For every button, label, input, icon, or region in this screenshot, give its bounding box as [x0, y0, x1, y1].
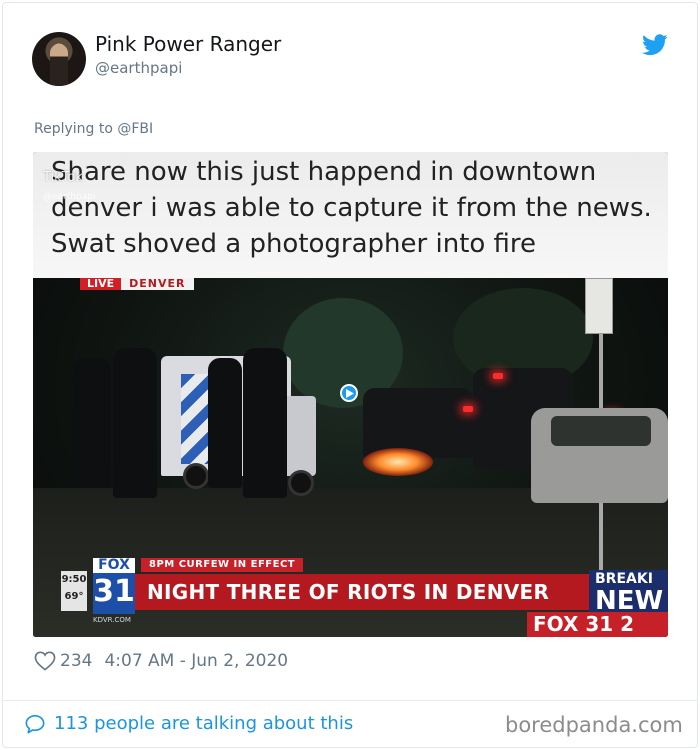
silver-car	[531, 408, 668, 503]
curfew-banner: 8PM CURFEW IN EFFECT	[141, 558, 304, 572]
news-time: 9:50	[61, 574, 87, 585]
site-watermark: boredpanda.com	[505, 713, 683, 737]
fire	[363, 448, 433, 476]
channel-number: 31	[93, 574, 135, 609]
video-frame[interactable]: LIVE DENVER 9:50 69° FOX 31 KDVR.COM 8PM…	[33, 278, 668, 637]
video-caption: Share now this just happend in downtown …	[51, 157, 652, 259]
officer	[113, 348, 157, 498]
conversation-text[interactable]: 113 people are talking about this	[54, 713, 353, 734]
officer	[208, 358, 242, 488]
time-temp-box: 9:50 69°	[61, 571, 87, 611]
fox-logo-text: FOX	[93, 558, 135, 573]
twitter-bird-icon[interactable]	[642, 34, 668, 56]
replying-to[interactable]: Replying to @FBI	[34, 121, 153, 137]
heart-icon[interactable]	[34, 651, 56, 671]
officer	[243, 348, 287, 498]
fox31-logo: FOX 31	[93, 558, 135, 614]
divider	[2, 700, 698, 701]
station-url: KDVR.COM	[93, 616, 131, 624]
news-temp: 69°	[64, 591, 84, 602]
news-headline: NIGHT THREE OF RIOTS IN DENVER	[135, 574, 595, 610]
conversation-link[interactable]: 113 people are talking about this	[24, 713, 353, 734]
live-label: LIVE	[80, 278, 122, 290]
taillight	[493, 373, 503, 379]
avatar[interactable]	[32, 32, 86, 86]
news-lower-third: 9:50 69° FOX 31 KDVR.COM 8PM CURFEW IN E…	[33, 552, 668, 637]
officer	[73, 358, 111, 488]
location-label: DENVER	[121, 278, 194, 290]
speech-bubble-icon	[25, 714, 45, 733]
dark-vehicle	[363, 388, 473, 458]
handle[interactable]: @earthpapi	[95, 59, 182, 77]
display-name[interactable]: Pink Power Ranger	[95, 32, 281, 56]
tiktok-watermark: TikTok	[43, 170, 83, 185]
live-bug: LIVE DENVER	[80, 278, 194, 290]
tweet-media[interactable]: Share now this just happend in downtown …	[33, 152, 668, 637]
parking-sign	[585, 278, 613, 334]
tweet-meta: 234 4:07 AM - Jun 2, 2020	[34, 651, 288, 671]
wheel	[288, 470, 314, 496]
taillight	[463, 406, 473, 412]
play-icon[interactable]	[340, 384, 358, 402]
fox-bottom-logo: FOX 31 2 NE	[527, 612, 668, 637]
video-caption-area: Share now this just happend in downtown …	[33, 152, 668, 278]
news-label: NEW	[595, 586, 664, 616]
like-count[interactable]: 234	[60, 651, 92, 671]
timestamp[interactable]: 4:07 AM - Jun 2, 2020	[104, 651, 288, 671]
wheel	[183, 463, 209, 489]
tiktok-handle-watermark: @earthpapi	[43, 192, 96, 202]
